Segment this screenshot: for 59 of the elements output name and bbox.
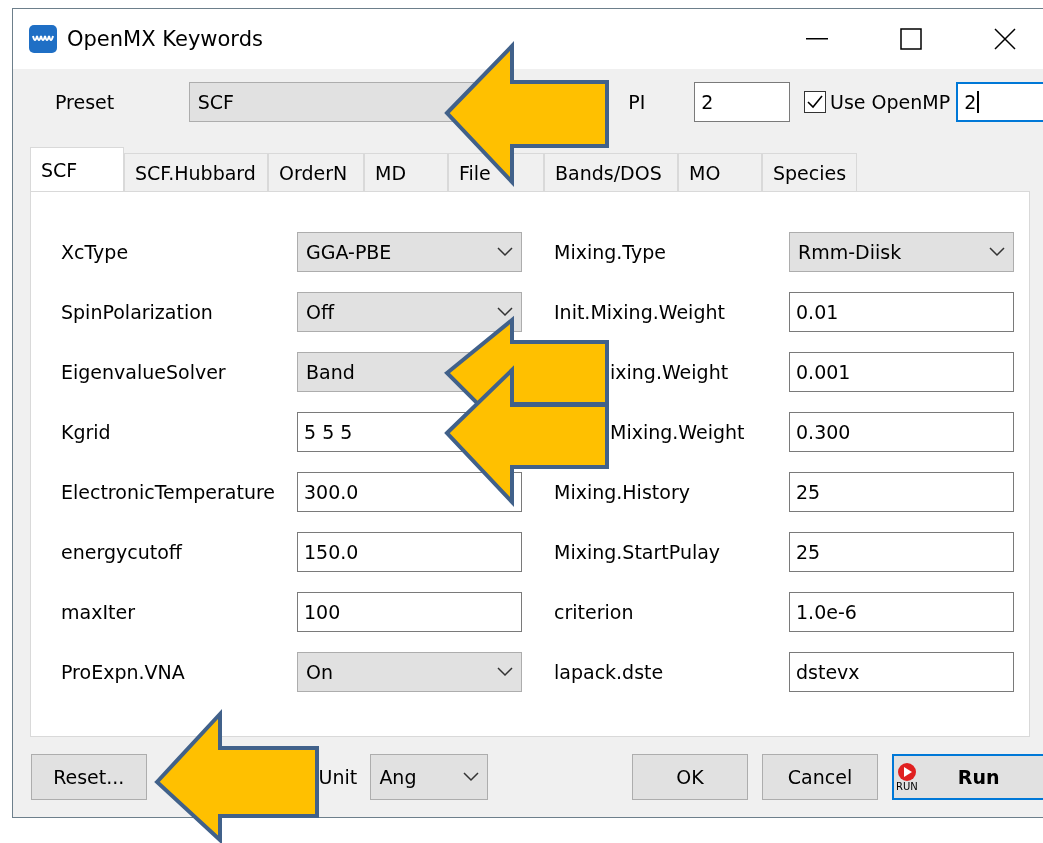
dropdown[interactable]: GGA-PBE: [297, 232, 522, 272]
input-field[interactable]: 25: [789, 532, 1014, 572]
field-label: Init.Mixing.Weight: [554, 300, 725, 325]
preset-label: Preset: [55, 91, 116, 113]
openmp-label: Use OpenMP: [830, 91, 951, 113]
input-field[interactable]: 0.300: [789, 412, 1014, 452]
tab[interactable]: SCF.Hubbard: [124, 153, 268, 191]
chevron-icon: [463, 772, 479, 782]
input-field[interactable]: 0.01: [789, 292, 1014, 332]
tab[interactable]: OrderN: [268, 153, 364, 191]
field-label: ElectronicTemperature: [61, 480, 275, 505]
tab[interactable]: Species: [762, 153, 858, 191]
dialog-button[interactable]: Cancel: [762, 754, 878, 800]
unit-label: Unit: [318, 766, 359, 788]
input-field[interactable]: 100: [297, 592, 522, 632]
tab[interactable]: Bands/DOS: [544, 153, 678, 191]
field-label: SpinPolarization: [61, 300, 213, 325]
run-button[interactable]: RUN Run: [892, 754, 1043, 800]
field-label: maxIter: [61, 600, 135, 625]
field-label: ProExpn.VNA: [61, 660, 185, 685]
dropdown[interactable]: Rmm-Diisk: [789, 232, 1014, 272]
close-icon[interactable]: [994, 28, 1016, 50]
input-field[interactable]: 300.0: [297, 472, 522, 512]
chevron-icon: [497, 307, 513, 317]
minimize-icon[interactable]: [806, 38, 828, 40]
field-label: energycutoff: [61, 540, 182, 565]
field-label: ixing.Weight: [610, 360, 729, 385]
field-label: EigenvalueSolver: [61, 360, 226, 385]
chevron-icon: [989, 247, 1005, 257]
tab[interactable]: MD: [364, 153, 448, 191]
field-label: Mixing.StartPulay: [554, 540, 721, 565]
dropdown[interactable]: Off: [297, 292, 522, 332]
field-label: criterion: [554, 600, 634, 625]
input-field[interactable]: dstevx: [789, 652, 1014, 692]
mpi-label: PI: [628, 91, 647, 113]
dropdown[interactable]: On: [297, 652, 522, 692]
tab[interactable]: SCF: [30, 147, 124, 191]
window-title: OpenMX Keywords: [67, 27, 264, 51]
openmp-field[interactable]: 2: [956, 82, 1043, 122]
input-field[interactable]: 150.0: [297, 532, 522, 572]
chevron-icon: [497, 667, 513, 677]
input-field[interactable]: 25: [789, 472, 1014, 512]
app-icon: [29, 25, 57, 53]
field-label: Mixing.Type: [554, 240, 666, 265]
field-label: Kgrid: [61, 420, 111, 445]
unit-dropdown[interactable]: Ang: [370, 754, 488, 800]
maximize-icon[interactable]: [900, 28, 922, 50]
input-field[interactable]: 0.001: [789, 352, 1014, 392]
chevron-icon: [497, 247, 513, 257]
openmp-checkbox[interactable]: [804, 91, 826, 113]
field-label: Mixing.Weight: [610, 420, 745, 445]
mpi-field[interactable]: 2: [694, 82, 790, 122]
field-label: XcType: [61, 240, 129, 265]
field-label: Mixing.History: [554, 480, 690, 505]
field-label: lapack.dste: [554, 660, 664, 685]
dialog-button[interactable]: OK: [632, 754, 748, 800]
reset-button[interactable]: Reset...: [31, 754, 147, 800]
tab[interactable]: MO: [678, 153, 762, 191]
input-field[interactable]: 1.0e-6: [789, 592, 1014, 632]
